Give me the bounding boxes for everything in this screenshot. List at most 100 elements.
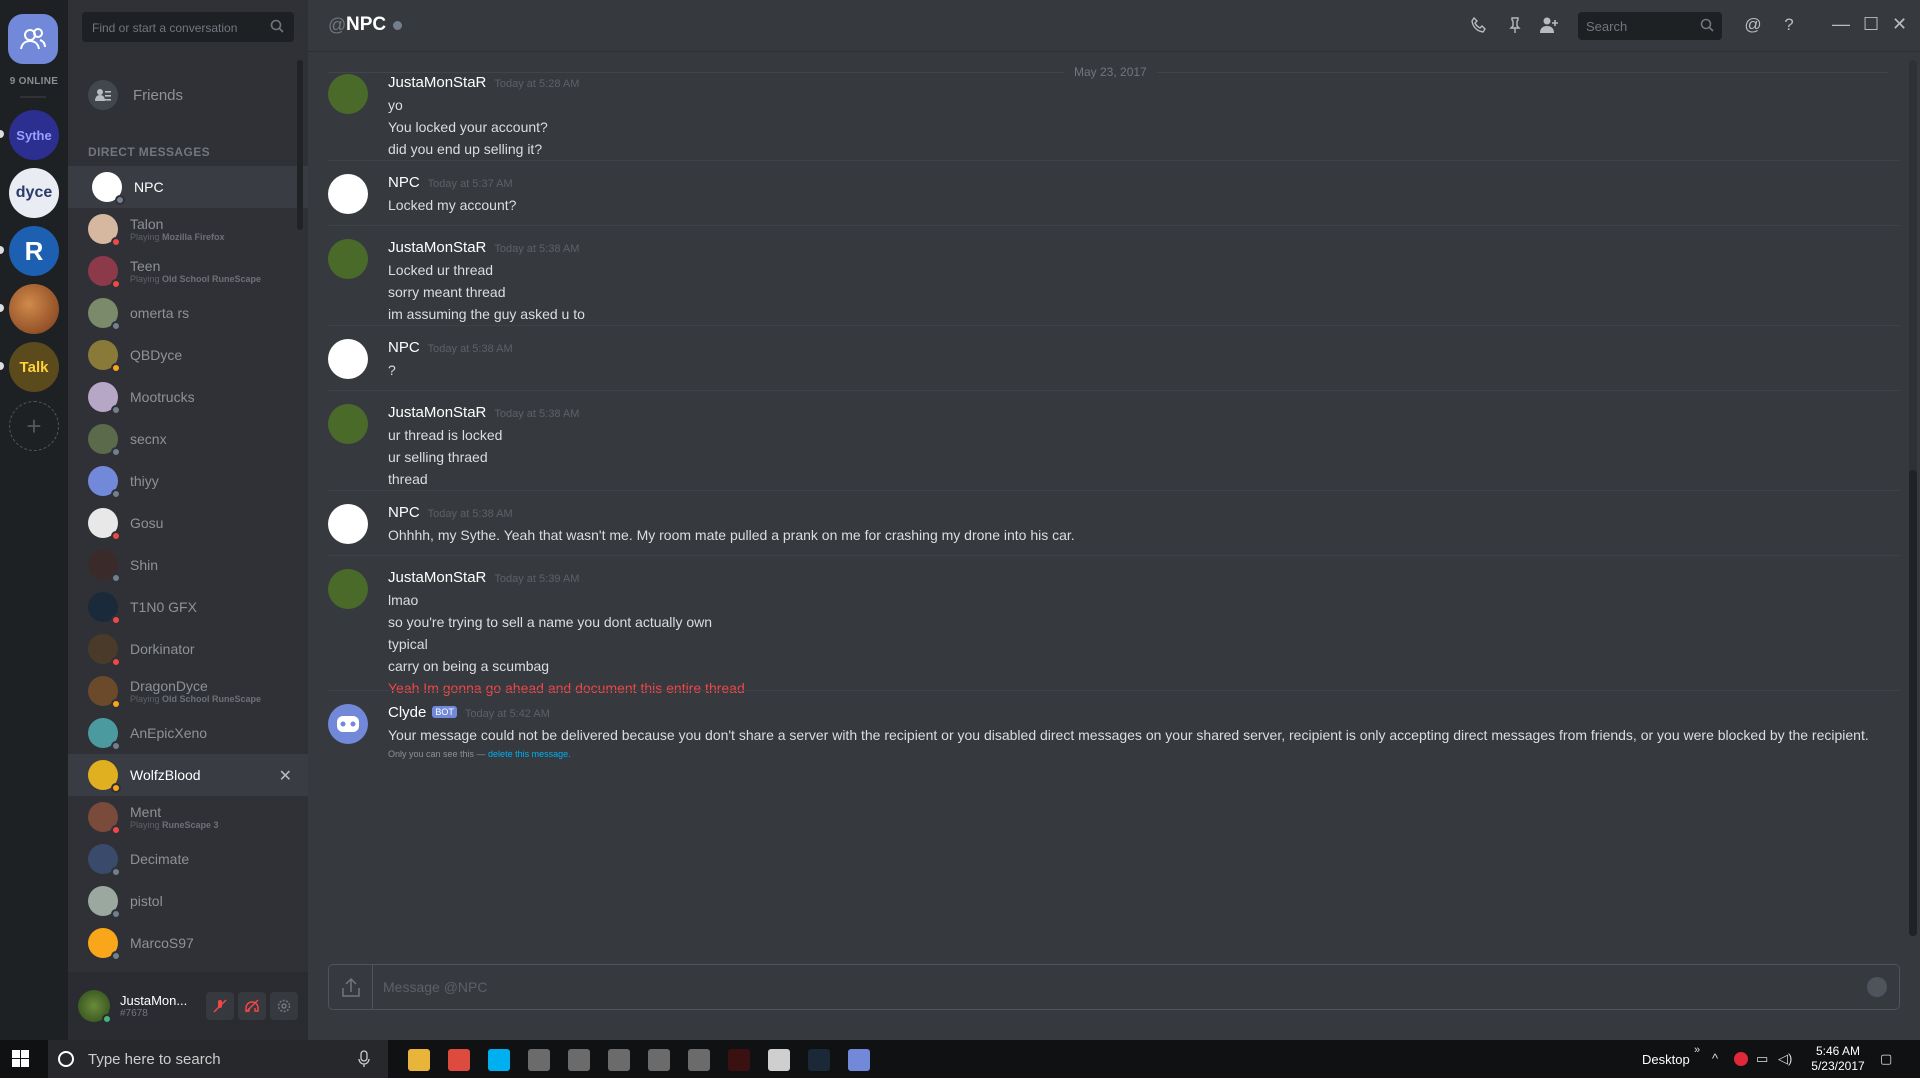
avatar[interactable] bbox=[78, 990, 112, 1024]
maximize-button[interactable]: ☐ bbox=[1863, 14, 1879, 35]
dm-item[interactable]: Teen Playing Old School RuneScape bbox=[68, 250, 308, 292]
message-author[interactable]: JustaMonStaR bbox=[388, 74, 486, 91]
dm-item[interactable]: Dorkinator bbox=[68, 628, 308, 670]
avatar[interactable] bbox=[328, 504, 368, 544]
avatar[interactable] bbox=[328, 569, 368, 609]
avatar[interactable] bbox=[328, 404, 368, 444]
mute-button[interactable] bbox=[206, 992, 234, 1020]
dm-item[interactable]: thiyy bbox=[68, 460, 308, 502]
taskbar-app-calculator[interactable] bbox=[768, 1049, 790, 1071]
avatar[interactable] bbox=[328, 704, 368, 744]
volume-icon[interactable]: ◁) bbox=[1778, 1051, 1792, 1067]
dm-scrollbar[interactable] bbox=[297, 60, 303, 230]
server-dyce[interactable]: dyce bbox=[9, 168, 59, 218]
dm-activity-prefix: Playing bbox=[130, 273, 163, 284]
dm-item[interactable]: AnEpicXeno bbox=[68, 712, 308, 754]
avatar[interactable] bbox=[328, 74, 368, 114]
dm-name: Shin bbox=[130, 557, 159, 573]
message-author[interactable]: JustaMonStaR bbox=[388, 239, 486, 256]
tray-app-icon[interactable] bbox=[1734, 1052, 1748, 1066]
dm-search-placeholder: Find or start a conversation bbox=[92, 21, 238, 35]
taskbar-app-app-grid-4[interactable] bbox=[648, 1049, 670, 1071]
start-button[interactable] bbox=[12, 1050, 29, 1072]
minimize-button[interactable]: — bbox=[1832, 14, 1850, 35]
dm-item[interactable]: pistol bbox=[68, 880, 308, 922]
desktop-toolbar[interactable]: Desktop bbox=[1642, 1052, 1690, 1067]
taskbar-app-app-grid-1[interactable] bbox=[528, 1049, 550, 1071]
dm-item[interactable]: omerta rs bbox=[68, 292, 308, 334]
message-author[interactable]: JustaMonStaR bbox=[388, 404, 486, 421]
server-talk[interactable]: Talk bbox=[9, 342, 59, 392]
dm-name-block: Mootrucks bbox=[130, 390, 195, 404]
message-author[interactable]: JustaMonStaR bbox=[388, 569, 486, 586]
dm-item[interactable]: Gosu bbox=[68, 502, 308, 544]
close-dm-icon[interactable]: ✕ bbox=[279, 766, 292, 786]
dm-search-input[interactable]: Find or start a conversation bbox=[82, 12, 294, 42]
chat-search-input[interactable]: Search bbox=[1578, 12, 1722, 40]
avatar[interactable] bbox=[328, 339, 368, 379]
delete-message-link[interactable]: delete this message. bbox=[488, 749, 571, 759]
tray-expand-icon[interactable]: ^ bbox=[1712, 1051, 1718, 1066]
dm-name: secnx bbox=[130, 431, 167, 447]
message-author[interactable]: NPC bbox=[388, 339, 420, 356]
toolbar-chevron-icon[interactable]: » bbox=[1694, 1044, 1700, 1056]
help-button[interactable]: ? bbox=[1778, 14, 1800, 36]
server-image[interactable] bbox=[9, 284, 59, 334]
message-scrollbar[interactable] bbox=[1909, 60, 1917, 936]
dm-item[interactable]: T1N0 GFX bbox=[68, 586, 308, 628]
taskbar-app-chrome[interactable] bbox=[448, 1049, 470, 1071]
avatar[interactable] bbox=[328, 174, 368, 214]
avatar[interactable] bbox=[328, 239, 368, 279]
dm-item[interactable]: WolfzBlood ✕ bbox=[68, 754, 308, 796]
taskbar-app-skype[interactable] bbox=[488, 1049, 510, 1071]
taskbar-app-app-grid-2[interactable] bbox=[568, 1049, 590, 1071]
add-friend-button[interactable] bbox=[1538, 14, 1560, 36]
message-author[interactable]: NPC bbox=[388, 174, 420, 191]
dm-item[interactable]: DragonDyce Playing Old School RuneScape bbox=[68, 670, 308, 712]
taskbar-app-app-grid-5[interactable] bbox=[688, 1049, 710, 1071]
dm-item[interactable]: Ment Playing RuneScape 3 bbox=[68, 796, 308, 838]
taskbar-app-osbuddy[interactable] bbox=[728, 1049, 750, 1071]
dm-item[interactable]: secnx bbox=[68, 418, 308, 460]
dm-name: Talon bbox=[130, 215, 164, 232]
dm-item[interactable]: QBDyce bbox=[68, 334, 308, 376]
system-clock[interactable]: 5:46 AM 5/23/2017 bbox=[1808, 1044, 1868, 1074]
dm-name: T1N0 GFX bbox=[130, 599, 197, 615]
emoji-icon[interactable] bbox=[1867, 977, 1887, 997]
server-sythe[interactable]: Sythe bbox=[9, 110, 59, 160]
message-author[interactable]: Clyde bbox=[388, 704, 426, 721]
server-r[interactable]: R bbox=[9, 226, 59, 276]
dm-name-block: Talon Playing Mozilla Firefox bbox=[130, 217, 225, 242]
message-divider bbox=[328, 225, 1900, 226]
friends-link[interactable]: Friends bbox=[88, 80, 183, 110]
close-button[interactable]: ✕ bbox=[1892, 14, 1907, 35]
dm-item[interactable]: MarcoS97 bbox=[68, 922, 308, 964]
message-input[interactable] bbox=[383, 977, 1823, 997]
home-button[interactable] bbox=[8, 14, 58, 64]
upload-button[interactable] bbox=[329, 965, 373, 1009]
dm-item[interactable]: Shin bbox=[68, 544, 308, 586]
taskbar-app-steam[interactable] bbox=[808, 1049, 830, 1071]
pins-button[interactable] bbox=[1504, 14, 1526, 36]
message-author[interactable]: NPC bbox=[388, 504, 420, 521]
deafen-button[interactable] bbox=[238, 992, 266, 1020]
notifications-icon[interactable]: ▢ bbox=[1880, 1051, 1892, 1067]
call-button[interactable] bbox=[1468, 14, 1490, 36]
network-icon[interactable]: ▭ bbox=[1756, 1051, 1768, 1067]
dm-item[interactable]: Mootrucks bbox=[68, 376, 308, 418]
microphone-icon bbox=[358, 1050, 370, 1067]
mentions-button[interactable]: @ bbox=[1742, 14, 1764, 36]
gear-icon bbox=[277, 999, 291, 1013]
dm-item[interactable]: NPC bbox=[68, 166, 308, 208]
dm-name: NPC bbox=[134, 179, 164, 195]
dm-item[interactable]: Talon Playing Mozilla Firefox bbox=[68, 208, 308, 250]
dm-item[interactable]: Decimate bbox=[68, 838, 308, 880]
taskbar-app-app-grid-3[interactable] bbox=[608, 1049, 630, 1071]
taskbar-search[interactable]: Type here to search bbox=[48, 1040, 388, 1078]
taskbar-app-explorer[interactable] bbox=[408, 1049, 430, 1071]
scrollbar-thumb[interactable] bbox=[1909, 470, 1917, 936]
add-server-button[interactable]: + bbox=[9, 401, 59, 451]
taskbar-app-discord[interactable] bbox=[848, 1049, 870, 1071]
settings-button[interactable] bbox=[270, 992, 298, 1020]
message-timestamp: Today at 5:42 AM bbox=[464, 708, 550, 720]
